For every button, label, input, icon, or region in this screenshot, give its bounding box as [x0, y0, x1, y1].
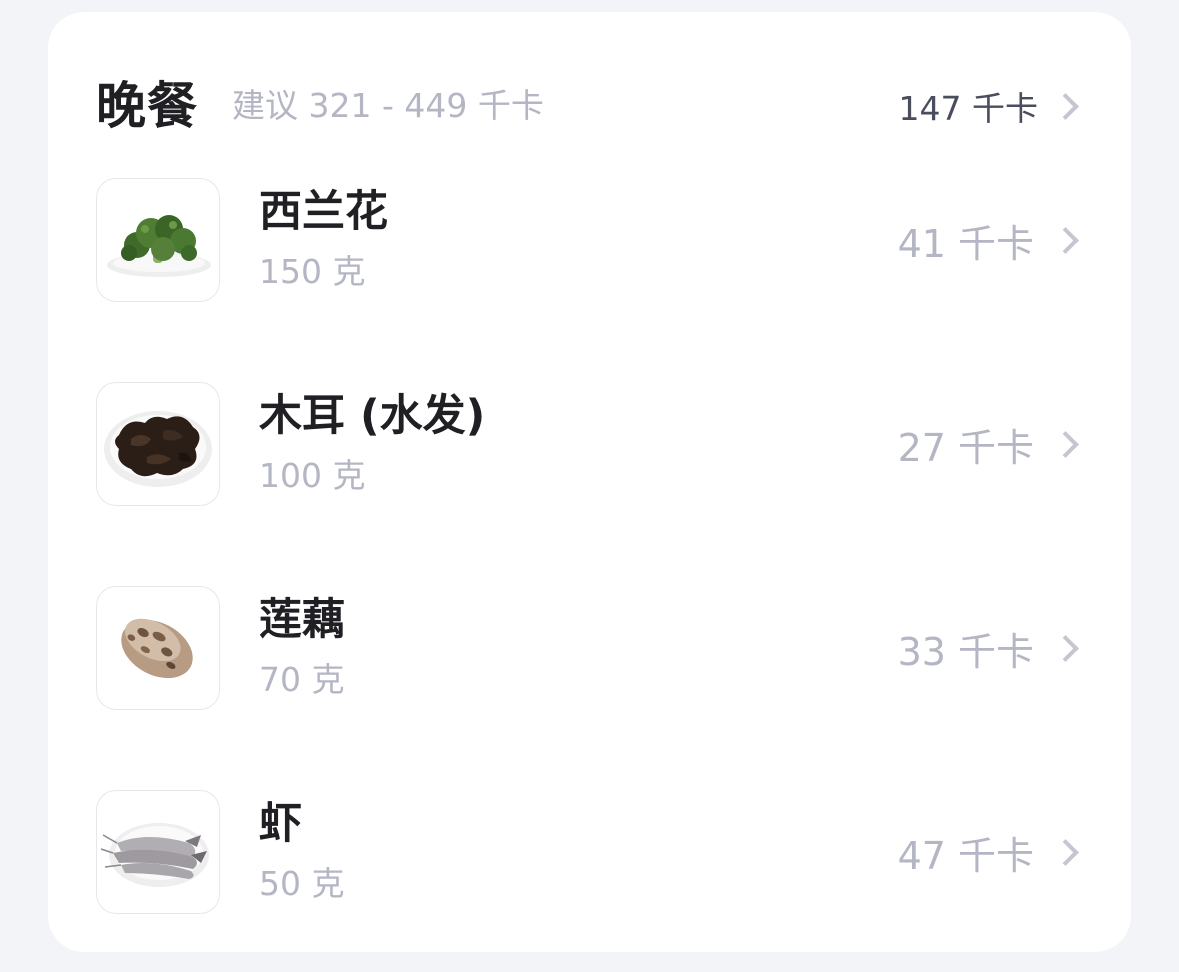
chevron-right-icon — [1052, 430, 1079, 458]
food-amount: 150 克 — [259, 252, 366, 291]
meal-title: 晚餐 — [96, 77, 198, 135]
food-kcal: 41 千卡 — [897, 221, 1034, 266]
meal-total-link[interactable]: 147 千卡 — [899, 70, 1083, 142]
food-kcal: 47 千卡 — [897, 833, 1034, 878]
calorie-suggestion: 建议 321 - 449 千卡 — [232, 86, 544, 125]
food-item-broccoli[interactable]: 西兰花 150 克 41 千卡 — [96, 178, 1083, 304]
food-kcal-link[interactable]: 33 千卡 — [898, 618, 1083, 678]
food-kcal-link[interactable]: 41 千卡 — [898, 210, 1083, 270]
food-name: 莲藕 — [259, 595, 345, 645]
food-kcal-link[interactable]: 27 千卡 — [898, 414, 1083, 474]
broccoli-image — [96, 178, 220, 302]
meal-card: 晚餐 建议 321 - 449 千卡 147 千卡 西兰花 150 克 41 千… — [48, 12, 1131, 952]
food-amount: 70 克 — [259, 660, 345, 699]
food-kcal: 27 千卡 — [897, 425, 1034, 470]
food-amount: 50 克 — [259, 864, 345, 903]
food-name: 虾 — [259, 799, 302, 849]
shrimp-image — [96, 790, 220, 914]
wood-ear-image — [96, 382, 220, 506]
chevron-right-icon — [1052, 226, 1079, 254]
chevron-right-icon — [1052, 92, 1079, 120]
food-name: 木耳 (水发) — [259, 391, 486, 441]
food-kcal: 33 千卡 — [897, 629, 1034, 674]
food-name: 西兰花 — [259, 187, 388, 237]
chevron-right-icon — [1052, 838, 1079, 866]
meal-total-kcal: 147 千卡 — [898, 89, 1038, 128]
food-amount: 100 克 — [259, 456, 366, 495]
food-item-shrimp[interactable]: 虾 50 克 47 千卡 — [96, 790, 1083, 916]
food-item-lotus-root[interactable]: 莲藕 70 克 33 千卡 — [96, 586, 1083, 712]
food-kcal-link[interactable]: 47 千卡 — [898, 822, 1083, 882]
meal-header[interactable]: 晚餐 建议 321 - 449 千卡 147 千卡 — [96, 70, 1083, 142]
chevron-right-icon — [1052, 634, 1079, 662]
lotus-root-image — [96, 586, 220, 710]
food-item-wood-ear[interactable]: 木耳 (水发) 100 克 27 千卡 — [96, 382, 1083, 508]
